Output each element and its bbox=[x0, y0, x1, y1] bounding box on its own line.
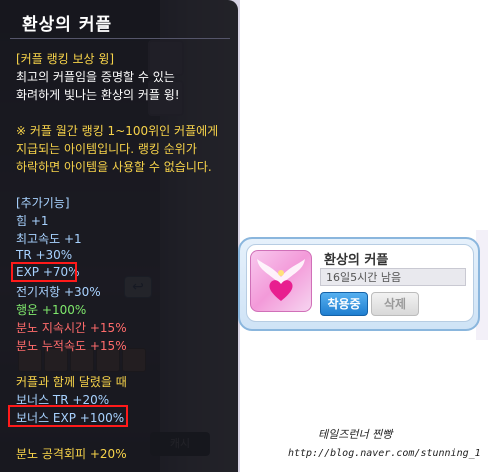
watermark-url: http://blog.naver.com/stunning_1 bbox=[288, 448, 481, 459]
tooltip-option: 힘 +1 bbox=[16, 214, 49, 228]
tooltip-description: 화려하게 빛나는 환상의 커플 윙! bbox=[16, 88, 180, 102]
tooltip-option: 전기저항 +30% bbox=[16, 285, 101, 299]
tooltip-couple-header: 커플과 함께 달렸을 때 bbox=[16, 375, 127, 389]
tooltip-note: 하락하면 아이템을 사용할 수 없습니다. bbox=[16, 160, 212, 174]
tooltip-footer-option: 분노 공격회피 +20% bbox=[16, 447, 127, 461]
tooltip-option: 최고속도 +1 bbox=[16, 232, 82, 246]
delete-button[interactable]: 삭제 bbox=[371, 292, 419, 316]
item-time-remaining: 16일5시간 남음 bbox=[320, 268, 466, 286]
tooltip-option: 분노 누적속도 +15% bbox=[16, 339, 127, 353]
tooltip-options-header: [추가기능] bbox=[16, 196, 70, 210]
item-name: 환상의 커플 bbox=[324, 253, 389, 268]
watermark-author: 테일즈런너 찐빵 bbox=[318, 428, 393, 441]
highlight-box-exp bbox=[11, 262, 77, 282]
tooltip-option: TR +30% bbox=[16, 248, 73, 262]
tooltip-note: ※ 커플 월간 랭킹 1~100위인 커플에게 bbox=[16, 124, 219, 138]
tooltip-divider bbox=[10, 38, 230, 39]
tooltip-item-tag: [커플 랭킹 보상 윙] bbox=[16, 52, 115, 66]
tooltip-description: 최고의 커플임을 증명할 수 있는 bbox=[16, 70, 175, 84]
highlight-box-bonus-exp bbox=[8, 405, 128, 427]
equip-button[interactable]: 착용중 bbox=[320, 292, 368, 316]
tooltip-option: 행운 +100% bbox=[16, 303, 87, 317]
tooltip-title: 환상의 커플 bbox=[22, 15, 113, 35]
couple-wing-icon[interactable] bbox=[250, 250, 312, 312]
tooltip-option: 분노 지속시간 +15% bbox=[16, 321, 127, 335]
tooltip-note: 지급되는 아이템입니다. 랭킹 순위가 bbox=[16, 142, 197, 156]
